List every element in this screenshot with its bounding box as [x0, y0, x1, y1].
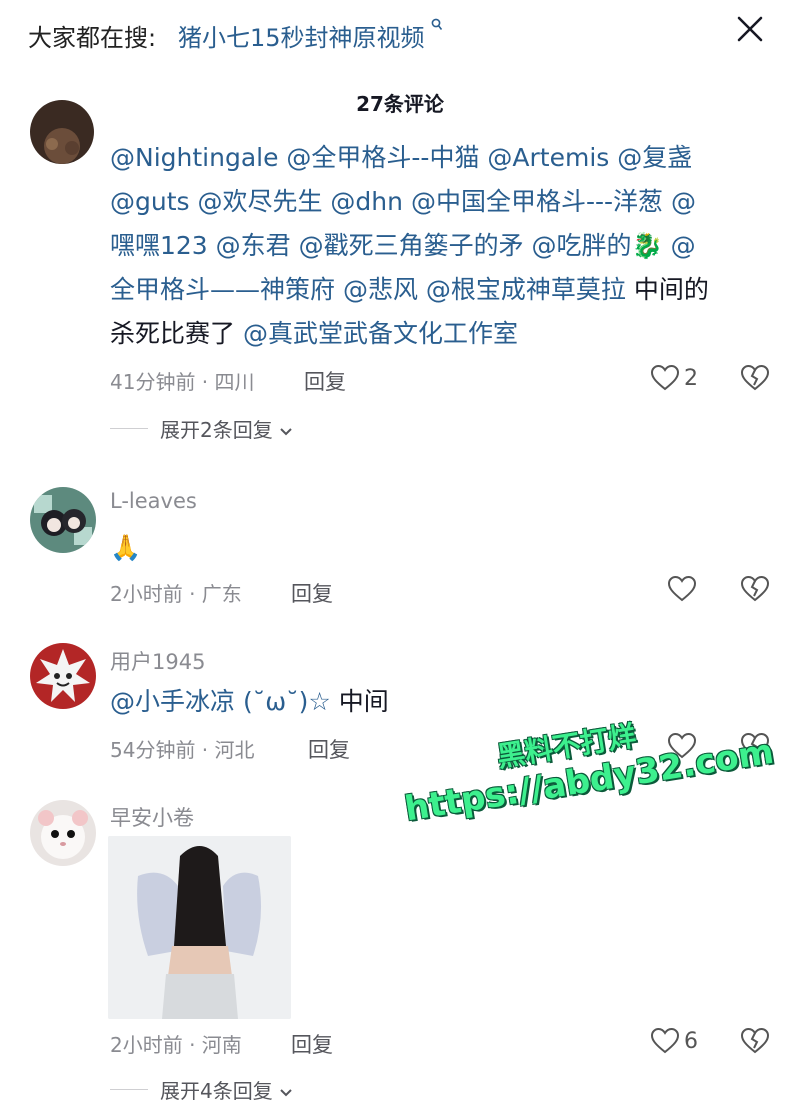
comment-meta: 2小时前 · 河南 — [110, 1033, 242, 1057]
like-count: 6 — [684, 1029, 698, 1054]
comment-line: 嘿嘿123 @东君 @戳死三角篓子的矛 @吃胖的🐉 @ — [110, 231, 696, 260]
close-icon[interactable] — [733, 12, 767, 46]
reply-button[interactable]: 回复 — [308, 734, 350, 764]
username[interactable]: 早安小卷 — [110, 802, 194, 832]
chevron-down-icon — [279, 418, 293, 442]
comment-line: @Nightingale @全甲格斗--中猫 @Artemis @复盏 — [110, 143, 693, 172]
reply-button[interactable]: 回复 — [304, 366, 346, 396]
heart-icon[interactable] — [650, 1026, 680, 1056]
broken-heart-icon[interactable] — [740, 1026, 770, 1056]
expand-replies-button[interactable]: 展开4条回复 — [160, 1075, 293, 1104]
broken-heart-icon[interactable] — [740, 363, 770, 393]
divider — [110, 428, 148, 429]
expand-replies-button[interactable]: 展开2条回复 — [160, 414, 293, 443]
comment-text: @Nightingale @全甲格斗--中猫 @Artemis @复盏 @gut… — [110, 136, 770, 356]
avatar[interactable] — [30, 643, 96, 709]
avatar[interactable] — [30, 487, 96, 553]
comment-line: 杀死比赛了 @真武堂武备文化工作室 — [110, 319, 518, 348]
divider — [110, 1089, 148, 1090]
comment-line: 全甲格斗——神策府 @悲风 @根宝成神草莫拉 中间的 — [110, 275, 709, 304]
comment-meta: 54分钟前 · 河北 — [110, 738, 255, 762]
hot-search-link[interactable]: 猪小七15秒封神原视频 — [178, 18, 443, 53]
broken-heart-icon[interactable] — [740, 574, 770, 604]
reply-button[interactable]: 回复 — [291, 578, 333, 608]
avatar[interactable] — [30, 100, 94, 164]
comment-meta: 2小时前 · 广东 — [110, 582, 242, 606]
heart-icon[interactable] — [650, 363, 680, 393]
comment-meta: 41分钟前 · 四川 — [110, 370, 255, 394]
hot-search-prefix: 大家都在搜: — [28, 24, 157, 52]
comments-title: 27条评论 — [356, 92, 444, 116]
like-count: 2 — [684, 366, 698, 391]
chevron-down-icon — [279, 1079, 293, 1103]
heart-icon[interactable] — [667, 574, 697, 604]
hot-search-bar: 大家都在搜: 猪小七15秒封神原视频 — [0, 0, 800, 70]
reply-button[interactable]: 回复 — [291, 1029, 333, 1059]
comment-line: @guts @欢尽先生 @dhn @中国全甲格斗---洋葱 @ — [110, 187, 696, 216]
comment-image[interactable] — [108, 836, 291, 1019]
search-icon — [427, 18, 443, 36]
avatar[interactable] — [30, 800, 96, 866]
comment-text: 🙏 — [110, 533, 142, 562]
username[interactable]: L-leaves — [110, 489, 197, 513]
username[interactable]: 用户1945 — [110, 646, 205, 676]
